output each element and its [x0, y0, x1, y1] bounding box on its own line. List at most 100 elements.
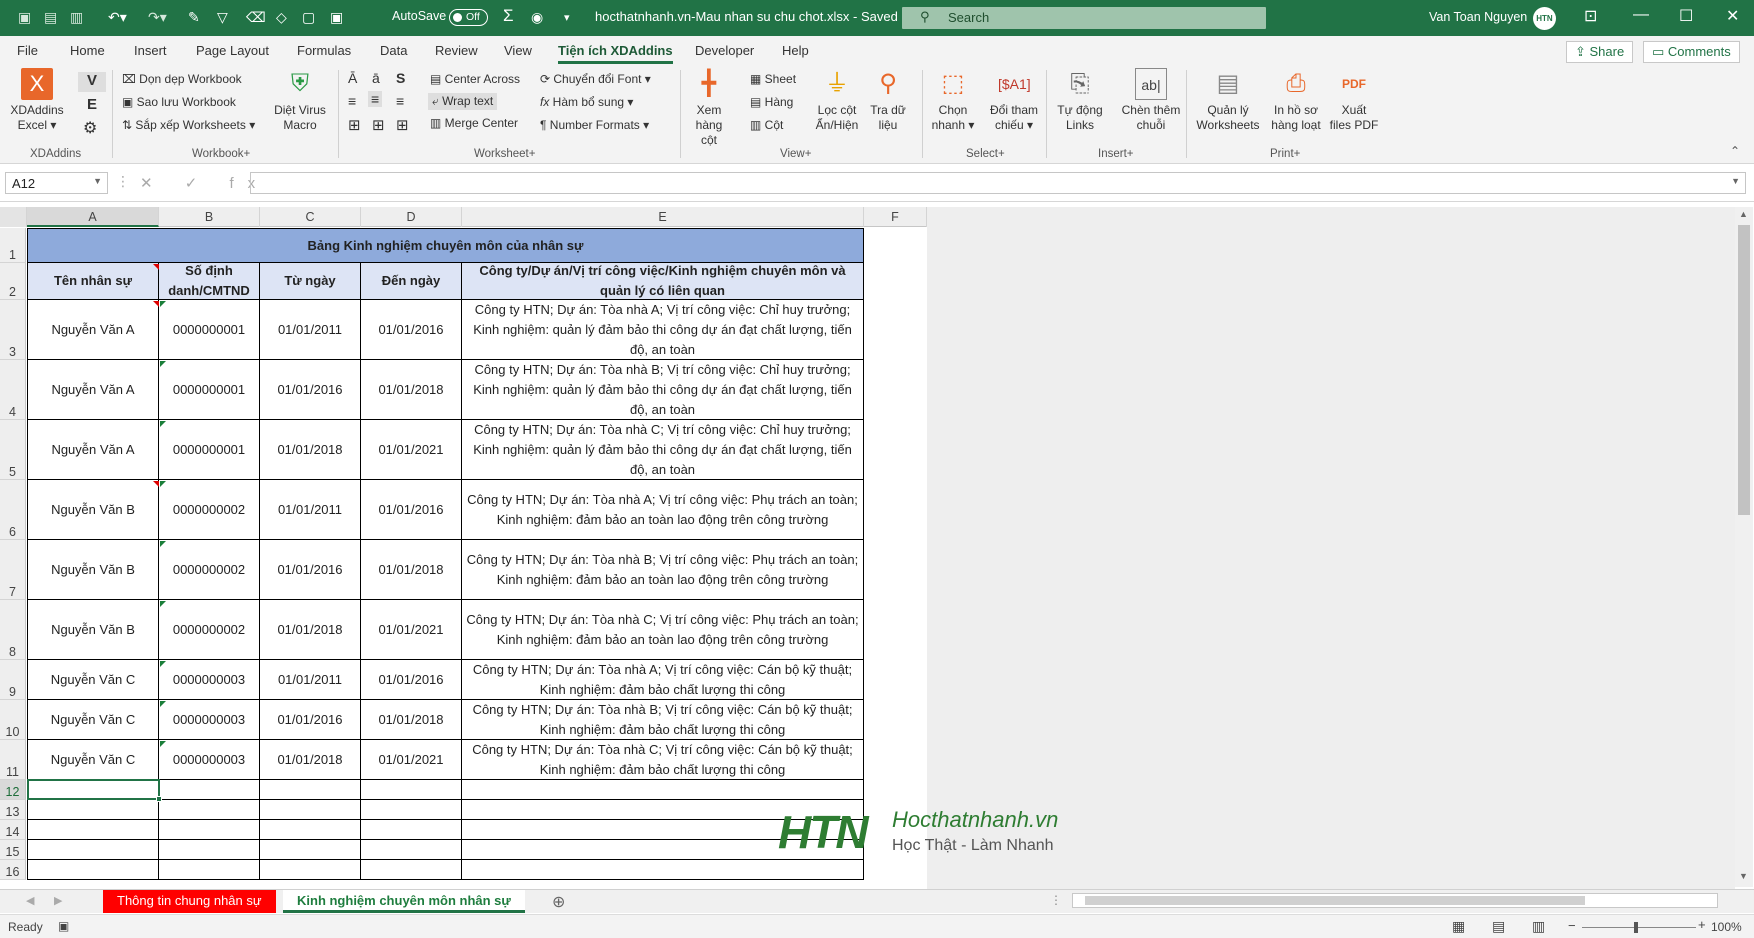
table-cell[interactable]: 0000000001 — [159, 420, 260, 480]
empty-cell[interactable] — [462, 780, 864, 800]
table-cell[interactable]: 0000000001 — [159, 300, 260, 360]
strike-s-button[interactable]: S — [396, 70, 405, 86]
next-sheet-icon[interactable]: ▶ — [54, 894, 62, 907]
empty-cell[interactable] — [260, 840, 361, 860]
table-cell[interactable]: Nguyễn Văn B — [27, 480, 159, 540]
row-header[interactable]: 10 — [0, 700, 26, 740]
tab-help[interactable]: Help — [782, 43, 809, 58]
align-right-icon[interactable]: ≡ — [396, 93, 404, 109]
tab-review[interactable]: Review — [435, 43, 478, 58]
table-cell[interactable]: Nguyễn Văn C — [27, 700, 159, 740]
table-cell[interactable]: 01/01/2016 — [361, 480, 462, 540]
clear-icon[interactable]: ⌫ — [246, 9, 266, 26]
table-cell[interactable]: Nguyễn Văn A — [27, 360, 159, 420]
table-cell[interactable]: 0000000003 — [159, 660, 260, 700]
prev-sheet-icon[interactable]: ◀ — [26, 894, 34, 907]
table-cell[interactable]: Công ty HTN; Dự án: Tòa nhà C; Vị trí cô… — [462, 740, 864, 780]
align-left-icon[interactable]: ≡ — [348, 93, 356, 109]
tab-insert[interactable]: Insert — [134, 43, 167, 58]
sheet-tab-experience[interactable]: Kinh nghiệm chuyên môn nhân sự — [283, 890, 525, 913]
table-cell[interactable]: 01/01/2016 — [260, 540, 361, 600]
macro-record-icon[interactable]: ▣ — [58, 919, 69, 933]
empty-cell[interactable] — [361, 800, 462, 820]
formula-input[interactable]: ▼ — [250, 172, 1746, 194]
table-cell[interactable]: 0000000002 — [159, 600, 260, 660]
row-header[interactable]: 6 — [0, 480, 26, 540]
table-cell[interactable]: 01/01/2016 — [260, 360, 361, 420]
table-cell[interactable]: Công ty HTN; Dự án: Tòa nhà A; Vị trí cô… — [462, 300, 864, 360]
empty-cell[interactable] — [260, 820, 361, 840]
row-header[interactable]: 12 — [0, 780, 26, 800]
empty-cell[interactable] — [260, 860, 361, 880]
select-all-corner[interactable] — [0, 207, 27, 227]
fill-handle[interactable] — [156, 796, 162, 802]
table-cell[interactable]: Nguyễn Văn B — [27, 600, 159, 660]
tab-file[interactable]: File — [17, 43, 38, 58]
horizontal-scrollbar[interactable] — [1072, 893, 1718, 908]
open-icon[interactable]: ▤ — [44, 9, 57, 26]
table-cell[interactable]: 01/01/2021 — [361, 600, 462, 660]
change-reference-button[interactable]: [$A1] Đổi tham chiếu ▾ — [986, 68, 1042, 133]
table-cell[interactable]: 0000000002 — [159, 540, 260, 600]
collapse-ribbon-icon[interactable]: ⌃ — [1730, 144, 1740, 158]
row-header[interactable]: 13 — [0, 800, 26, 820]
camera-icon[interactable]: ▣ — [330, 9, 343, 26]
table-cell[interactable]: Nguyễn Văn C — [27, 740, 159, 780]
empty-cell[interactable] — [260, 780, 361, 800]
sort-worksheets-button[interactable]: ⇅ Sắp xếp Worksheets ▾ — [122, 118, 255, 132]
tab-splitter-icon[interactable]: ⋮ — [1050, 893, 1062, 907]
row-header[interactable]: 8 — [0, 600, 26, 660]
table-cell[interactable]: 01/01/2011 — [260, 660, 361, 700]
case-icon[interactable]: ā — [372, 70, 380, 86]
print-icon[interactable]: ▥ — [70, 9, 83, 26]
column-header-c[interactable]: C — [260, 207, 361, 227]
normal-view-icon[interactable]: ▦ — [1452, 918, 1465, 935]
redo-icon[interactable]: ↷▾ — [148, 9, 167, 26]
maximize-icon[interactable]: ☐ — [1679, 6, 1693, 26]
view-rows-cols-button[interactable]: ╋ Xem hàng cột — [688, 68, 730, 148]
settings-icon[interactable]: ⚙ — [83, 118, 97, 138]
row-header[interactable]: 4 — [0, 360, 26, 420]
table-cell[interactable]: Công ty HTN; Dự án: Tòa nhà A; Vị trí cô… — [462, 660, 864, 700]
table-cell[interactable]: Nguyễn Văn A — [27, 300, 159, 360]
table-cell[interactable]: 01/01/2011 — [260, 300, 361, 360]
table-cell[interactable]: Công ty HTN; Dự án: Tòa nhà B; Vị trí cô… — [462, 540, 864, 600]
empty-cell[interactable] — [27, 840, 159, 860]
expand-formula-icon[interactable]: ▼ — [1731, 176, 1740, 186]
tab-formulas[interactable]: Formulas — [297, 43, 351, 58]
scroll-thumb[interactable] — [1738, 225, 1750, 515]
circle-icon[interactable]: ◉ — [531, 9, 543, 26]
table-cell[interactable]: Công ty HTN; Dự án: Tòa nhà B; Vị trí cô… — [462, 700, 864, 740]
quick-select-button[interactable]: ⬚ Chọn nhanh ▾ — [926, 68, 980, 133]
table-cell[interactable]: 0000000001 — [159, 360, 260, 420]
table-cell[interactable]: Công ty HTN; Dự án: Tòa nhà B; Vị trí cô… — [462, 360, 864, 420]
borders-all-icon[interactable]: ⊞ — [348, 116, 361, 134]
empty-cell[interactable] — [159, 860, 260, 880]
column-button[interactable]: ▥ Cột — [750, 118, 783, 132]
filter-columns-button[interactable]: ⏚ Lọc cột Ẩn/Hiện — [812, 68, 862, 133]
chevron-down-icon[interactable]: ▼ — [93, 176, 102, 186]
tab-data[interactable]: Data — [380, 43, 407, 58]
borders-outer-icon[interactable]: ⊞ — [396, 116, 409, 134]
empty-cell[interactable] — [27, 820, 159, 840]
comments-button[interactable]: ▭ Comments — [1643, 41, 1740, 63]
row-header[interactable]: 15 — [0, 840, 26, 860]
table-cell[interactable]: 01/01/2018 — [260, 420, 361, 480]
sheet-tab-general-info[interactable]: Thông tin chung nhân sự — [103, 890, 276, 913]
row-header[interactable]: 7 — [0, 540, 26, 600]
close-icon[interactable]: ✕ — [1726, 6, 1739, 26]
table-cell[interactable]: 01/01/2018 — [361, 700, 462, 740]
row-button[interactable]: ▤ Hàng — [750, 95, 793, 109]
manage-worksheets-button[interactable]: ▤ Quản lý Worksheets — [1194, 68, 1262, 133]
row-header[interactable]: 3 — [0, 300, 26, 360]
minimize-icon[interactable]: — — [1633, 6, 1649, 24]
cleanup-workbook-button[interactable]: ⌧ Dọn dẹp Workbook — [122, 72, 242, 86]
empty-cell[interactable] — [361, 840, 462, 860]
tab-view[interactable]: View — [504, 43, 532, 58]
row-header[interactable]: 14 — [0, 820, 26, 840]
column-header-d[interactable]: D — [361, 207, 462, 227]
align-center-icon[interactable]: ≡ — [368, 91, 383, 107]
font-size-icon[interactable]: Ā — [348, 70, 357, 86]
empty-cell[interactable] — [361, 820, 462, 840]
backup-workbook-button[interactable]: ▣ Sao lưu Workbook — [122, 95, 236, 109]
